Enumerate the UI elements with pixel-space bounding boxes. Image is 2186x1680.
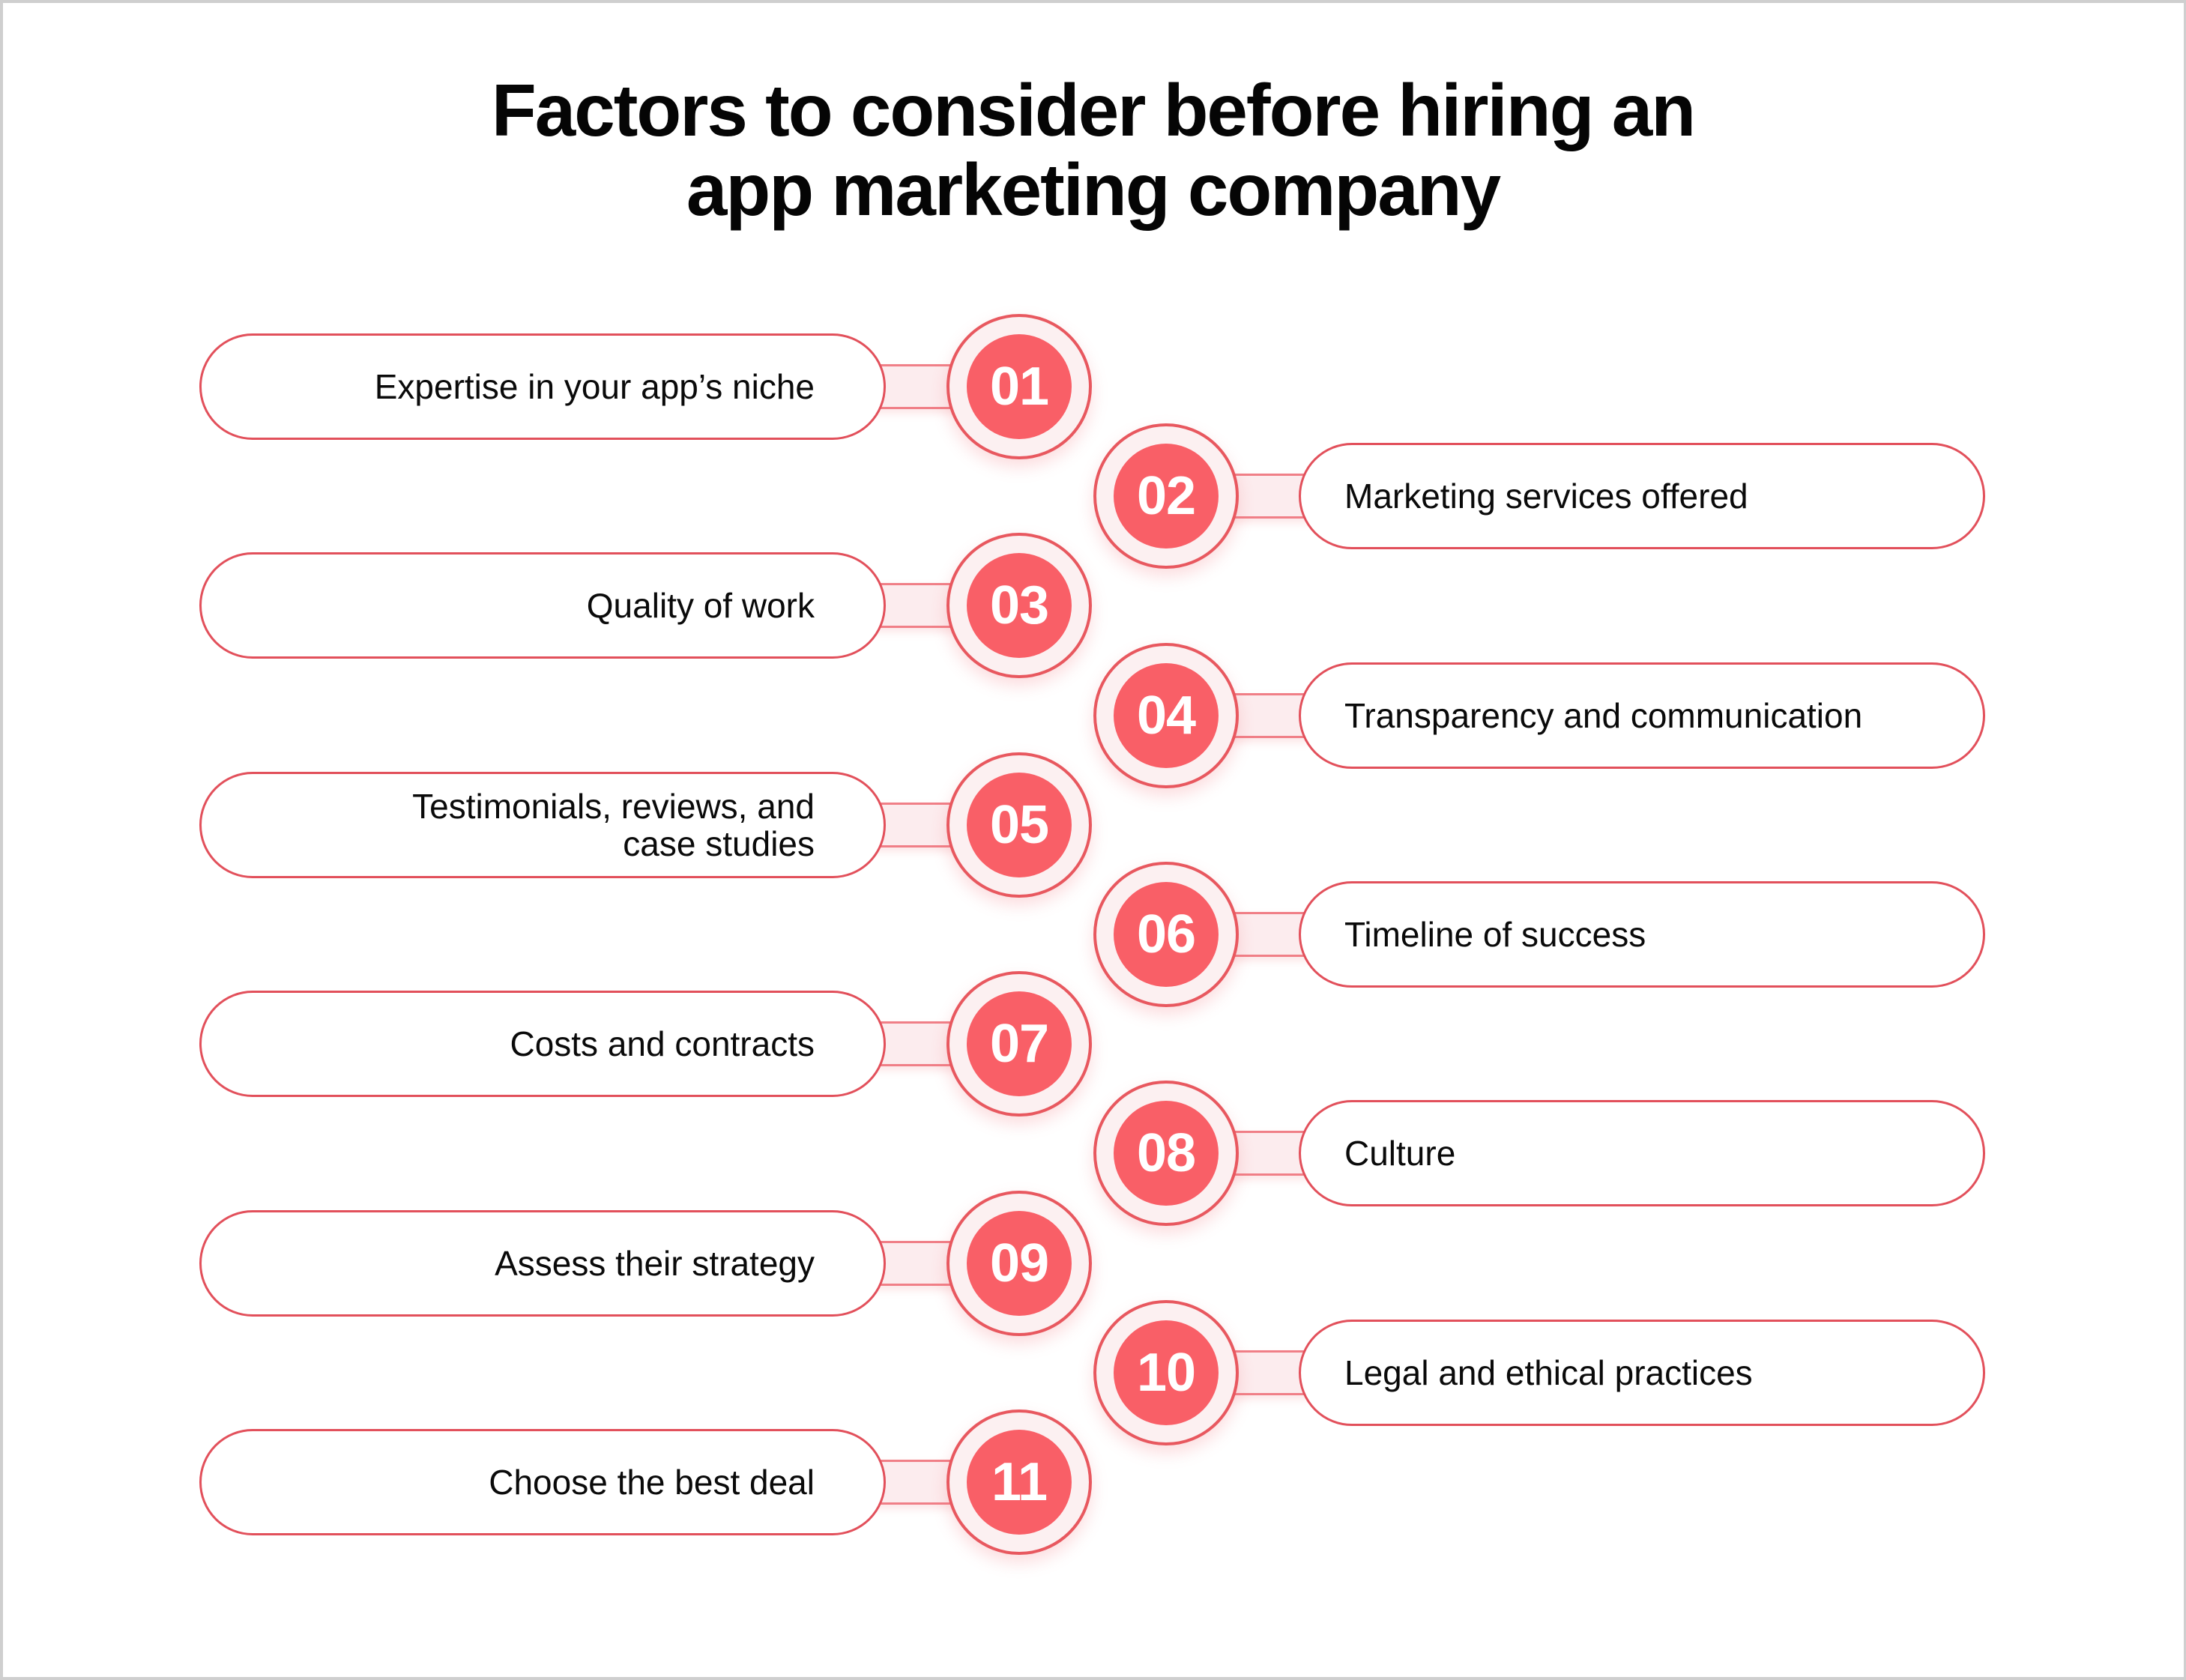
factor-label-pill: Testimonials, reviews, and case studies [199,771,886,878]
factor-label: Expertise in your app’s niche [374,367,815,406]
number-badge: 11 [967,1430,1072,1535]
factor-label-pill: Transparency and communication [1299,662,1985,769]
number-badge-ring: 01 [946,314,1092,459]
number-badge: 10 [1114,1320,1219,1425]
number-badge: 03 [967,553,1072,659]
number-badge: 05 [967,772,1072,877]
page-title: Factors to consider before hiring an app… [0,70,2186,229]
factor-label: Costs and contracts [510,1024,815,1064]
factor-label: Choose the best deal [489,1463,815,1502]
factor-label: Testimonials, reviews, and case studies [412,786,815,863]
number-badge: 06 [1114,882,1219,987]
number-badge: 04 [1114,662,1219,768]
factor-label: Culture [1344,1134,1456,1173]
number-badge-ring: 09 [946,1190,1092,1336]
factor-label-pill: Assess their strategy [199,1209,886,1317]
number-badge: 08 [1114,1101,1219,1206]
factor-label-pill: Legal and ethical practices [1299,1319,1985,1426]
factor-label: Quality of work [586,586,815,626]
number-badge: 01 [967,334,1072,439]
number-badge-ring: 04 [1093,642,1239,788]
factor-item-11: Choose the best deal 11 [0,1407,2186,1557]
factor-label: Assess their strategy [495,1243,815,1283]
factor-label-pill: Choose the best deal [199,1429,886,1535]
number-badge-ring: 07 [946,971,1092,1117]
title-line-2: app marketing company [686,148,1501,231]
number-badge-ring: 03 [946,533,1092,679]
title-line-1: Factors to consider before hiring an [491,69,1696,151]
factor-label-pill: Timeline of success [1299,881,1985,988]
factor-label-pill: Expertise in your app’s niche [199,333,886,440]
factor-label: Legal and ethical practices [1344,1353,1753,1392]
number-badge-ring: 11 [946,1409,1092,1555]
factor-label-pill: Costs and contracts [199,991,886,1098]
factor-label-pill: Quality of work [199,552,886,659]
factor-label: Marketing services offered [1344,477,1748,516]
number-badge-ring: 10 [1093,1299,1239,1445]
number-badge-ring: 05 [946,752,1092,898]
number-badge-ring: 02 [1093,423,1239,569]
factor-label-pill: Marketing services offered [1299,443,1985,550]
factor-label: Timeline of success [1344,915,1646,954]
number-badge-ring: 08 [1093,1081,1239,1227]
number-badge-ring: 06 [1093,862,1239,1007]
number-badge: 07 [967,991,1072,1097]
number-badge: 02 [1114,444,1219,549]
factor-label: Transparency and communication [1344,695,1863,735]
factor-label-pill: Culture [1299,1100,1985,1207]
number-badge: 09 [967,1210,1072,1316]
